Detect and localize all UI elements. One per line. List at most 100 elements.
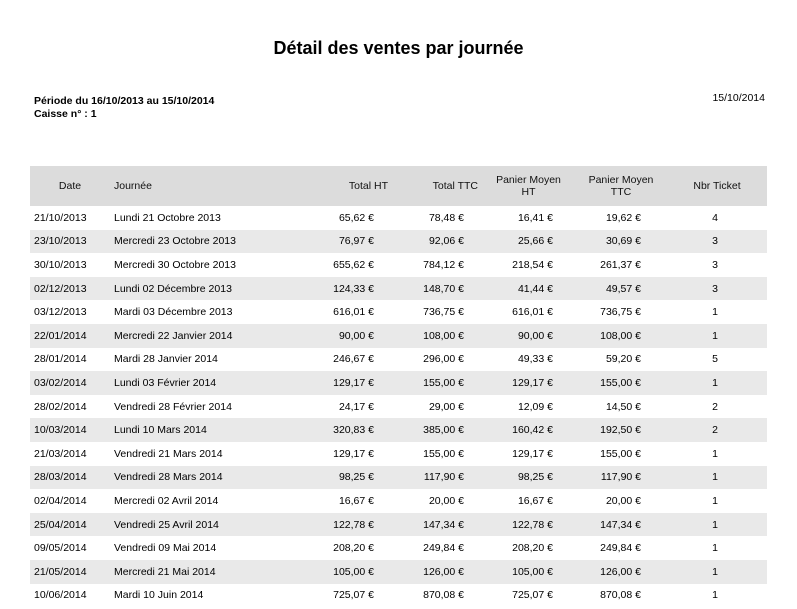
cell-total-ttc: 784,12 € bbox=[423, 258, 464, 271]
cell-tickets: 1 bbox=[667, 512, 767, 537]
cell-date: 21/10/2013 bbox=[34, 211, 87, 224]
cell-avg-ttc: 14,50 € bbox=[605, 400, 641, 413]
cell-day: Mercredi 02 Avril 2014 bbox=[114, 494, 219, 507]
cell-avg-ht: 725,07 € bbox=[512, 589, 553, 602]
table-row[interactable]: 30/10/2013 Mercredi 30 Octobre 2013 655,62… bbox=[30, 253, 767, 277]
cell-total-ttc: 29,00 € bbox=[428, 400, 464, 413]
cell-total-ht: 129,17 € bbox=[333, 447, 374, 460]
header-total-ht[interactable]: Total HT bbox=[300, 166, 392, 206]
cell-day: Mercredi 23 Octobre 2013 bbox=[110, 229, 300, 254]
cell-avg-ttc: 117,90 € bbox=[575, 465, 667, 490]
cell-date: 30/10/2013 bbox=[34, 258, 87, 271]
cell-day: Mercredi 21 Mai 2014 bbox=[110, 559, 300, 584]
cell-total-ttc: 870,08 € bbox=[423, 589, 464, 602]
cell-total-ht: 655,62 € bbox=[333, 258, 374, 271]
table-row[interactable]: 23/10/2013 Mercredi 23 Octobre 2013 76,97 … bbox=[30, 229, 767, 254]
table-row[interactable]: 28/03/2014 Vendredi 28 Mars 2014 98,25 €11… bbox=[30, 465, 767, 490]
cell-date: 22/01/2014 bbox=[30, 323, 110, 348]
cell-avg-ht: 98,25 € bbox=[482, 465, 575, 490]
cell-tickets: 3 bbox=[667, 276, 767, 301]
cell-total-ttc: 385,00 € bbox=[392, 418, 482, 442]
cell-day: Lundi 21 Octobre 2013 bbox=[114, 211, 221, 224]
header-day[interactable]: Journée bbox=[110, 166, 300, 206]
cell-total-ttc: 108,00 € bbox=[392, 323, 482, 348]
report-title: Détail des ventes par journée bbox=[273, 38, 524, 58]
report-period: Période du 16/10/2013 au 15/10/2014 bbox=[34, 95, 215, 107]
table-row[interactable]: 10/03/2014 Lundi 10 Mars 2014 320,83 €385,… bbox=[30, 418, 767, 442]
header-avg-ttc-line1: Panier Moyen bbox=[588, 174, 654, 186]
cell-avg-ht: 208,20 € bbox=[512, 542, 553, 555]
cell-date: 21/05/2014 bbox=[30, 559, 110, 584]
cell-avg-ht: 12,09 € bbox=[517, 400, 553, 413]
cell-tickets: 1 bbox=[712, 589, 718, 602]
table-row[interactable]: 02/12/2013 Lundi 02 Décembre 2013 124,33 €… bbox=[30, 276, 767, 301]
cell-tickets: 1 bbox=[667, 559, 767, 584]
cell-tickets: 2 bbox=[667, 418, 767, 442]
table-row[interactable]: 03/12/2013 Mardi 03 Décembre 2013 616,01 €… bbox=[30, 300, 767, 324]
cell-avg-ttc: 126,00 € bbox=[575, 559, 667, 584]
table-row[interactable]: 09/05/2014 Vendredi 09 Mai 2014 208,20 € 24… bbox=[30, 536, 767, 560]
cell-total-ht: 124,33 € bbox=[300, 276, 392, 301]
cell-tickets: 2 bbox=[712, 400, 718, 413]
cell-total-ht: 90,00 € bbox=[300, 323, 392, 348]
header-date[interactable]: Date bbox=[30, 166, 110, 206]
cell-day: Mardi 28 Janvier 2014 bbox=[114, 353, 218, 366]
cell-avg-ht: 160,42 € bbox=[482, 418, 575, 442]
cell-day: Lundi 03 Février 2014 bbox=[110, 371, 300, 395]
table-row[interactable]: 03/02/2014 Lundi 03 Février 2014 129,17 €1… bbox=[30, 371, 767, 395]
cell-avg-ttc: 870,08 € bbox=[600, 589, 641, 602]
cell-avg-ttc: 19,62 € bbox=[605, 211, 641, 224]
cell-day: Mardi 03 Décembre 2013 bbox=[114, 306, 233, 319]
cell-avg-ttc: 30,69 € bbox=[575, 229, 667, 254]
table-row[interactable]: 22/01/2014 Mercredi 22 Janvier 2014 90,00 … bbox=[30, 323, 767, 348]
cell-total-ttc: 92,06 € bbox=[392, 229, 482, 254]
header-avg-ht[interactable]: Panier Moyen HT bbox=[482, 166, 575, 206]
cell-tickets: 3 bbox=[667, 229, 767, 254]
table-row[interactable]: 02/04/2014 Mercredi 02 Avril 2014 16,67 € 2… bbox=[30, 489, 767, 513]
table-row[interactable]: 21/03/2014 Vendredi 21 Mars 2014 129,17 € 1… bbox=[30, 442, 767, 466]
cell-tickets: 1 bbox=[712, 447, 718, 460]
cell-tickets: 1 bbox=[712, 494, 718, 507]
cell-tickets: 1 bbox=[667, 323, 767, 348]
table-row[interactable]: 21/05/2014 Mercredi 21 Mai 2014 105,00 € 12… bbox=[30, 559, 767, 584]
cell-total-ht: 616,01 € bbox=[333, 306, 374, 319]
table-row[interactable]: 28/02/2014 Vendredi 28 Février 2014 24,17 … bbox=[30, 395, 767, 419]
cell-avg-ht: 129,17 € bbox=[512, 447, 553, 460]
cell-date: 03/02/2014 bbox=[30, 371, 110, 395]
cell-total-ht: 129,17 € bbox=[300, 371, 392, 395]
cell-tickets: 3 bbox=[712, 258, 718, 271]
cell-avg-ttc: 736,75 € bbox=[600, 306, 641, 319]
table-row[interactable]: 28/01/2014 Mardi 28 Janvier 2014 246,67 € 2… bbox=[30, 348, 767, 372]
report-meta: Période du 16/10/2013 au 15/10/2014 Cais… bbox=[34, 95, 214, 121]
cell-avg-ht: 16,41 € bbox=[517, 211, 553, 224]
cell-avg-ttc: 155,00 € bbox=[600, 447, 641, 460]
cell-date: 10/03/2014 bbox=[30, 418, 110, 442]
header-avg-ht-line1: Panier Moyen bbox=[496, 174, 561, 186]
cell-date: 02/12/2013 bbox=[30, 276, 110, 301]
cell-day: Lundi 10 Mars 2014 bbox=[110, 418, 300, 442]
cell-total-ttc: 296,00 € bbox=[423, 353, 464, 366]
table-row[interactable]: 21/10/2013 Lundi 21 Octobre 2013 65,62 € 78… bbox=[30, 206, 767, 230]
header-avg-ht-line2: HT bbox=[521, 186, 536, 198]
table-row[interactable]: 25/04/2014 Vendredi 25 Avril 2014 122,78 €… bbox=[30, 512, 767, 537]
cell-avg-ttc: 261,37 € bbox=[600, 258, 641, 271]
cell-day: Mercredi 22 Janvier 2014 bbox=[110, 323, 300, 348]
cell-total-ttc: 117,90 € bbox=[392, 465, 482, 490]
cell-date: 21/03/2014 bbox=[34, 447, 87, 460]
cell-date: 10/06/2014 bbox=[34, 589, 87, 602]
cell-total-ht: 122,78 € bbox=[300, 512, 392, 537]
header-tickets[interactable]: Nbr Ticket bbox=[667, 166, 767, 206]
cell-total-ht: 320,83 € bbox=[300, 418, 392, 442]
cell-day: Vendredi 09 Mai 2014 bbox=[114, 542, 217, 555]
header-avg-ttc[interactable]: Panier Moyen TTC bbox=[575, 166, 667, 206]
cell-total-ht: 246,67 € bbox=[333, 353, 374, 366]
cell-day: Vendredi 28 Mars 2014 bbox=[110, 465, 300, 490]
cell-date: 03/12/2013 bbox=[34, 306, 87, 319]
cell-avg-ttc: 108,00 € bbox=[575, 323, 667, 348]
cell-total-ht: 105,00 € bbox=[300, 559, 392, 584]
cell-total-ttc: 147,34 € bbox=[392, 512, 482, 537]
report-register: Caisse n° : 1 bbox=[34, 108, 97, 120]
table-row[interactable]: 10/06/2014 Mardi 10 Juin 2014 725,07 € 870,… bbox=[30, 584, 767, 608]
header-total-ttc[interactable]: Total TTC bbox=[392, 166, 482, 206]
cell-total-ht: 76,97 € bbox=[300, 229, 392, 254]
